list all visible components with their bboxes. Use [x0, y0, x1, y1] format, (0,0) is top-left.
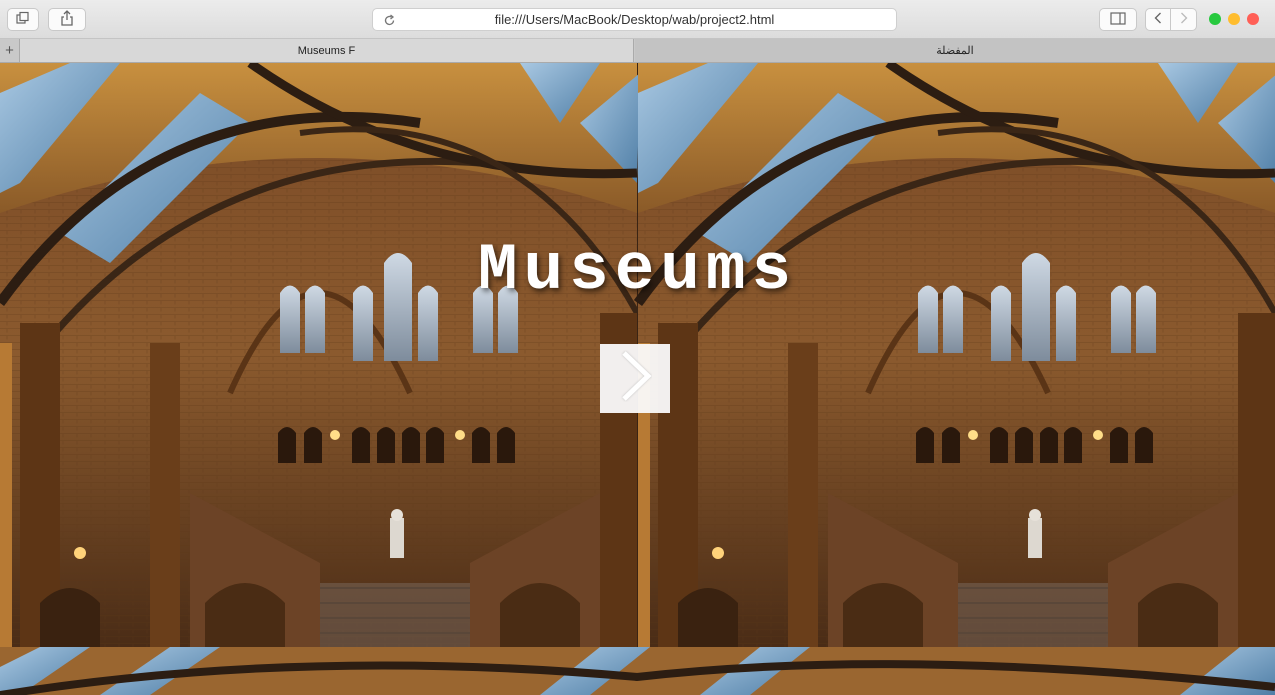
chevron-right-icon [618, 350, 652, 407]
tab-bar: + Museums F المفضلة [0, 39, 1275, 63]
back-button[interactable] [1145, 8, 1171, 31]
address-url: file:///Users/MacBook/Desktop/wab/projec… [494, 12, 775, 27]
share-button[interactable] [48, 8, 86, 31]
maximize-button[interactable] [1209, 13, 1221, 25]
new-tab-button[interactable]: + [0, 39, 20, 62]
sidebar-icon [1110, 11, 1126, 28]
nav-buttons [1145, 8, 1197, 31]
address-bar[interactable]: file:///Users/MacBook/Desktop/wab/projec… [372, 8, 897, 31]
museum-hall-image-repeat [0, 647, 1275, 695]
share-icon [60, 10, 74, 29]
tab-favorites[interactable]: المفضلة [635, 39, 1275, 62]
tabs-icon [16, 11, 30, 28]
chevron-right-icon [1180, 12, 1188, 27]
browser-toolbar: file:///Users/MacBook/Desktop/wab/projec… [0, 0, 1275, 39]
page-content: Museums [0, 63, 1275, 695]
window-controls [1209, 13, 1259, 25]
chevron-left-icon [1154, 12, 1162, 27]
tab-museums[interactable]: Museums F [20, 39, 634, 62]
close-button[interactable] [1247, 13, 1259, 25]
tab-overview-button[interactable] [7, 8, 39, 31]
forward-button[interactable] [1171, 8, 1197, 31]
tab-label: Museums F [297, 44, 356, 57]
reload-icon[interactable] [381, 12, 397, 28]
next-slide-button[interactable] [600, 344, 670, 413]
sidebar-button[interactable] [1099, 8, 1137, 31]
plus-icon: + [5, 42, 14, 59]
minimize-button[interactable] [1228, 13, 1240, 25]
tab-label: المفضلة [936, 45, 974, 57]
page-title: Museums [477, 233, 798, 308]
